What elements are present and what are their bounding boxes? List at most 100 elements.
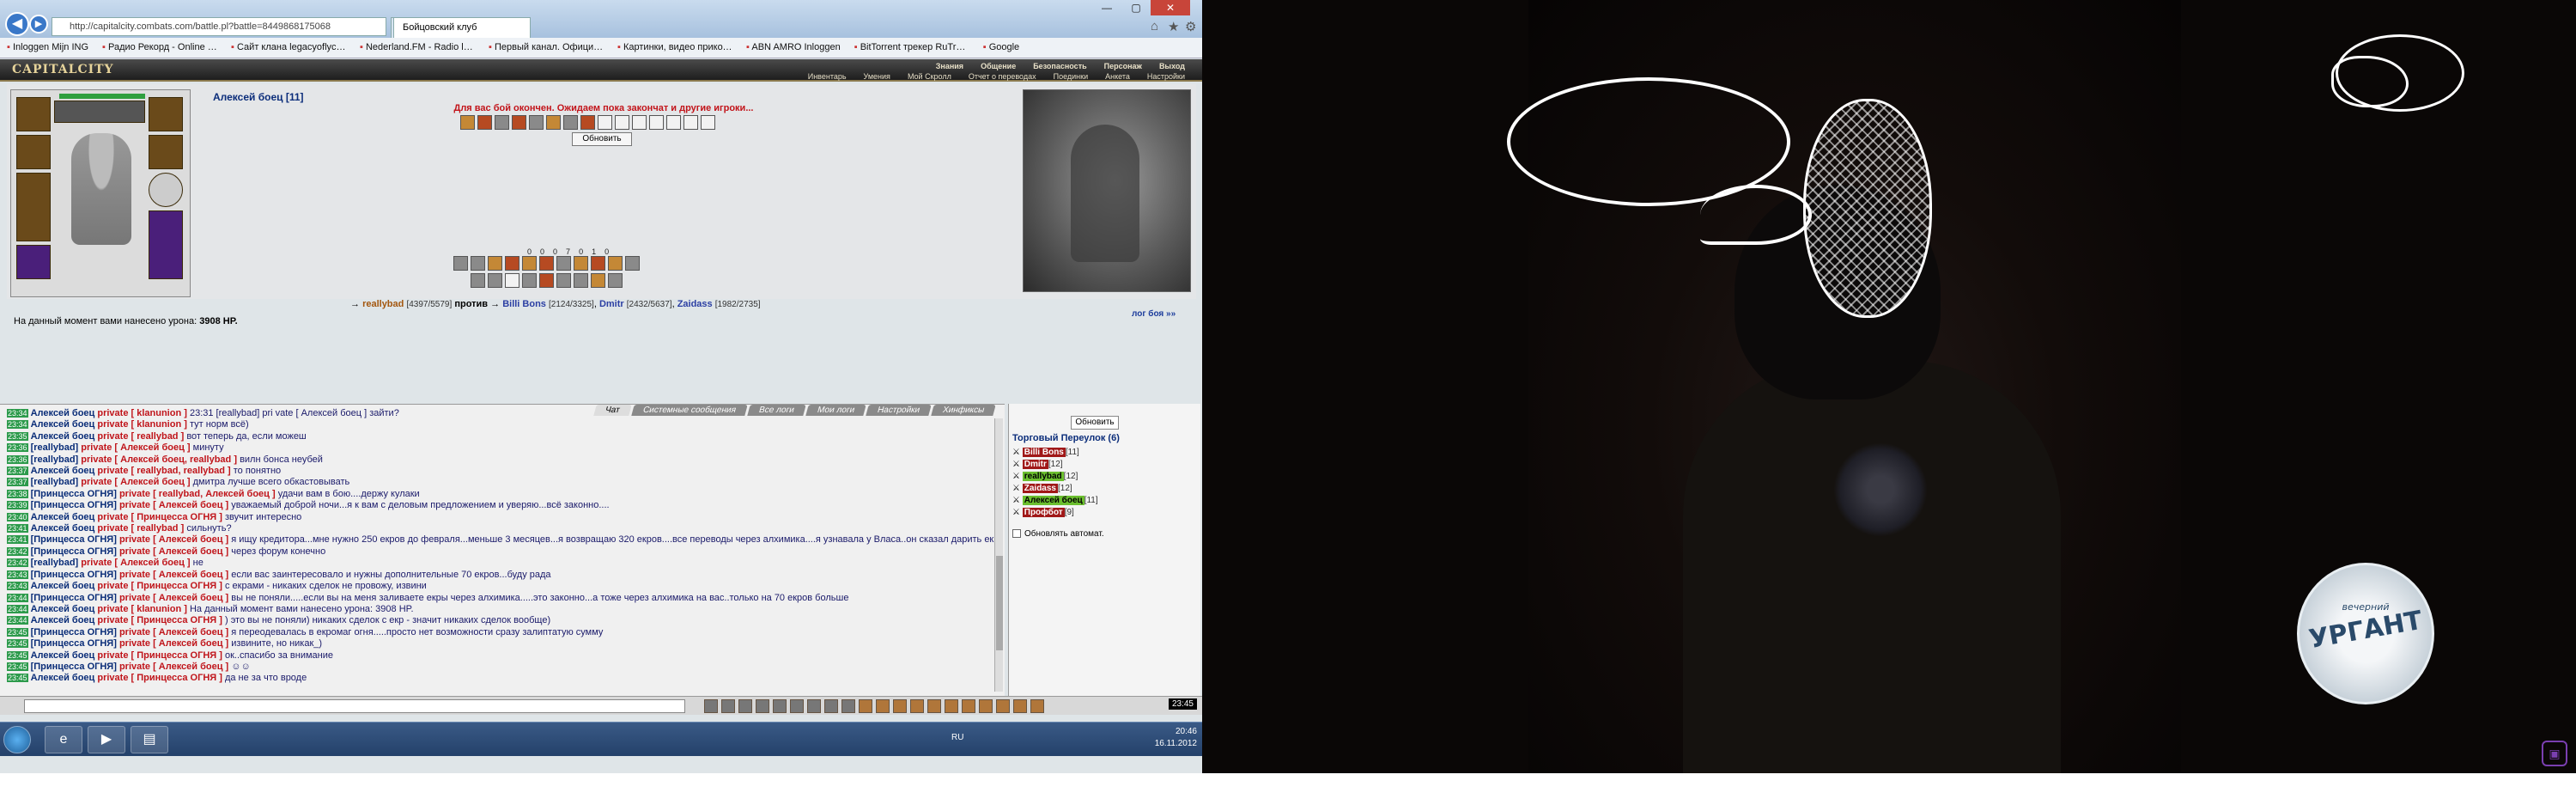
message-author[interactable]: Алексей боец [31,431,95,442]
star-icon[interactable]: ★ [1168,19,1179,34]
menu-item[interactable]: Инвентарь [799,72,855,81]
effect-icon[interactable] [666,115,681,130]
player-item[interactable]: ⚔ Billi Bons [11] [1012,447,1198,459]
back-button[interactable]: ◀ [5,12,29,36]
weapon-slot[interactable] [16,173,51,241]
battle-log-link[interactable]: лог боя »» [1132,309,1176,319]
fighter-name[interactable]: Zaidass [677,299,713,309]
bookmark[interactable]: Первый канал. Официал... [482,38,611,57]
message-recipient[interactable]: private [ Алексей боец ] [81,442,190,453]
address-bar[interactable]: http://capitalcity.combats.com/battle.pl… [52,17,386,36]
effect-icon[interactable] [460,115,475,130]
effect-icon[interactable] [512,115,526,130]
bookmark[interactable]: Сайт клана legacyoflycaо... [224,38,353,57]
message-recipient[interactable]: private [ Алексей боец, reallybad ] [81,454,237,465]
gear-icon[interactable]: ⚙ [1185,19,1196,34]
spell-icon[interactable] [608,256,623,271]
chat-log[interactable]: 23:34 Алексей боец private [ klanunion ]… [7,408,994,692]
tool-icon[interactable] [721,699,735,713]
message-recipient[interactable]: private [ reallybad, Алексей боец ] [119,489,276,499]
player-nick[interactable]: Dmitr [1022,460,1048,469]
effect-icon[interactable] [598,115,612,130]
message-recipient[interactable]: private [ Алексей боец ] [119,546,228,557]
message-author[interactable]: Алексей боец [31,408,95,418]
player-item[interactable]: ⚔ Алексей боец [11] [1012,495,1198,507]
message-author[interactable]: [Принцесса ОГНЯ] [31,570,117,580]
menu-item[interactable]: Умения [855,72,899,81]
message-recipient[interactable]: private [ Алексей боец ] [119,500,228,510]
tool-icon[interactable] [1030,699,1044,713]
tool-icon[interactable] [945,699,958,713]
fighter-name[interactable]: reallybad [362,299,404,309]
spell-icon[interactable] [574,273,588,288]
message-author[interactable]: [Принцесса ОГНЯ] [31,593,117,603]
message-recipient[interactable]: private [ reallybad, reallybad ] [97,466,230,476]
tool-icon[interactable] [738,699,752,713]
fighter-name[interactable]: Billi Bons [502,299,546,309]
message-author[interactable]: Алексей боец [31,419,95,430]
spell-icon[interactable] [591,273,605,288]
player-item[interactable]: ⚔ Zaidass [12] [1012,483,1198,495]
necklace-slot[interactable] [16,135,51,169]
menu-item[interactable]: Поединки [1045,72,1097,81]
message-author[interactable]: [Принцесса ОГНЯ] [31,638,117,649]
spell-icon[interactable] [488,273,502,288]
message-recipient[interactable]: private [ Алексей боец ] [81,558,190,568]
player-nick[interactable]: Billi Bons [1022,448,1066,457]
message-author[interactable]: Алексей боец [31,650,95,661]
spell-icon[interactable] [574,256,588,271]
tool-icon[interactable] [807,699,821,713]
effect-icon[interactable] [529,115,544,130]
tool-icon[interactable] [996,699,1010,713]
boots-slot[interactable] [149,210,183,279]
message-recipient[interactable]: private [ Принцесса ОГНЯ ] [97,615,222,625]
forward-button[interactable]: ▶ [29,15,48,34]
autorefresh-option[interactable]: Обновлять автомат. [1012,529,1104,539]
spell-icon[interactable] [505,273,519,288]
player-nick[interactable]: Zaidass [1022,484,1058,493]
message-recipient[interactable]: private [ reallybad ] [97,523,184,534]
helmet-slot[interactable] [16,97,51,131]
media-player-icon[interactable]: ▶ [88,726,125,753]
tool-icon[interactable] [979,699,993,713]
ie-icon[interactable]: e [45,726,82,753]
bookmark[interactable]: Картинки, видео прикол... [611,38,739,57]
chat-scrollbar[interactable] [994,418,1003,692]
tool-icon[interactable] [790,699,804,713]
tool-icon[interactable] [859,699,872,713]
message-recipient[interactable]: private [ Алексей боец ] [81,477,190,487]
gloves-slot[interactable] [149,135,183,169]
refresh-button[interactable]: Обновить [572,132,632,146]
menu-item[interactable]: Анкета [1097,72,1139,81]
items-row[interactable] [54,101,145,123]
home-icon[interactable]: ⌂ [1151,19,1158,34]
message-author[interactable]: Алексей боец [31,673,95,683]
close-button[interactable]: ✕ [1151,0,1190,15]
message-author[interactable]: [reallybad] [31,558,79,568]
chat-input[interactable] [24,699,685,713]
spell-icon[interactable] [471,256,485,271]
player-nick[interactable]: Профбот [1022,508,1065,517]
message-author[interactable]: [Принцесса ОГНЯ] [31,534,117,545]
menu-item[interactable]: Общение [972,62,1024,70]
message-author[interactable]: Алексей боец [31,581,95,591]
fighter-name[interactable]: Dmitr [599,299,624,309]
tool-icon[interactable] [962,699,975,713]
player-nick[interactable]: reallybad [1022,472,1064,481]
tool-icon[interactable] [910,699,924,713]
menu-item[interactable]: Безопасность [1024,62,1095,70]
tool-icon[interactable] [773,699,787,713]
message-recipient[interactable]: private [ Алексей боец ] [119,534,228,545]
folder-icon[interactable]: ▤ [131,726,168,753]
menu-item[interactable]: Отчет о переводах [960,72,1045,81]
spell-icon[interactable] [556,273,571,288]
tool-icon[interactable] [704,699,718,713]
armor-slot[interactable] [16,245,51,279]
tool-icon[interactable] [1013,699,1027,713]
ring-slot[interactable] [149,97,183,131]
message-author[interactable]: Алексей боец [31,512,95,522]
side-refresh-button[interactable]: Обновить [1071,416,1119,430]
message-recipient[interactable]: private [ Алексей боец ] [119,662,228,672]
bookmark[interactable]: Inloggen Mijn ING [0,38,95,57]
message-recipient[interactable]: private [ Принцесса ОГНЯ ] [97,673,222,683]
